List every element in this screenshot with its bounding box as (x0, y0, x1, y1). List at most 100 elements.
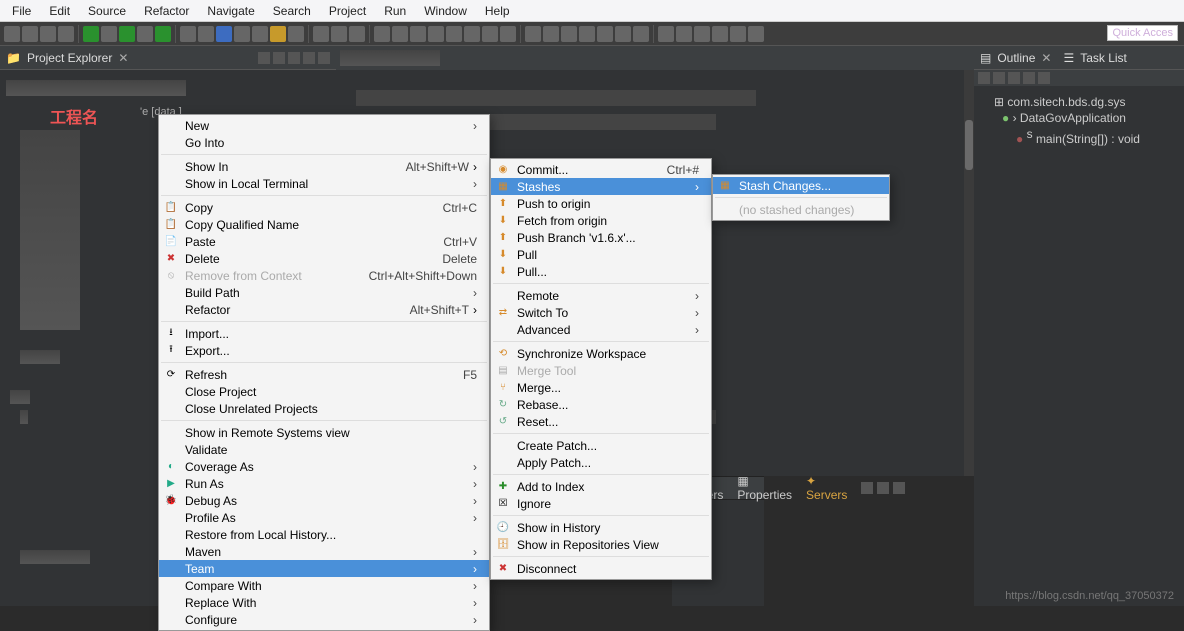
tool-icon[interactable] (464, 26, 480, 42)
tool-icon[interactable] (712, 26, 728, 42)
team-rebase[interactable]: ↻Rebase... (491, 396, 711, 413)
team-add-to-index[interactable]: ✚Add to Index (491, 478, 711, 495)
context-menu-team[interactable]: ◉Commit...Ctrl+# ▦Stashes› ⬆Push to orig… (490, 158, 712, 580)
team-pull[interactable]: ⬇Pull (491, 246, 711, 263)
outline-tool-icon[interactable] (1008, 72, 1020, 84)
tasklist-label[interactable]: Task List (1080, 51, 1127, 65)
tool-icon[interactable] (40, 26, 56, 42)
ctx-show-in[interactable]: Show InAlt+Shift+W› (159, 158, 489, 175)
team-switch-to[interactable]: ⇄Switch To› (491, 304, 711, 321)
tool-icon[interactable] (525, 26, 541, 42)
team-push-branch[interactable]: ⬆Push Branch 'v1.6.x'... (491, 229, 711, 246)
menu-file[interactable]: File (4, 2, 39, 20)
focus-icon[interactable] (273, 52, 285, 64)
tool-icon[interactable] (410, 26, 426, 42)
team-fetch-origin[interactable]: ⬇Fetch from origin (491, 212, 711, 229)
tool-icon[interactable] (234, 26, 250, 42)
outline-label[interactable]: Outline (997, 51, 1035, 65)
tool-icon[interactable] (543, 26, 559, 42)
ctx-refactor[interactable]: RefactorAlt+Shift+T› (159, 301, 489, 318)
tool-icon[interactable] (446, 26, 462, 42)
tool-icon[interactable] (597, 26, 613, 42)
team-commit[interactable]: ◉Commit...Ctrl+# (491, 161, 711, 178)
team-show-history[interactable]: 🕘Show in History (491, 519, 711, 536)
ctx-new[interactable]: New› (159, 117, 489, 134)
ctx-team[interactable]: Team› (159, 560, 489, 577)
tool-icon[interactable] (288, 26, 304, 42)
tool-icon[interactable] (216, 26, 232, 42)
ctx-profile-as[interactable]: Profile As› (159, 509, 489, 526)
ctx-import[interactable]: ⭳Import... (159, 325, 489, 342)
tool-icon[interactable] (101, 26, 117, 42)
tool-icon[interactable] (730, 26, 746, 42)
menubar[interactable]: File Edit Source Refactor Navigate Searc… (0, 0, 1184, 22)
tool-icon[interactable] (270, 26, 286, 42)
tab-servers[interactable]: ✦ Servers (806, 474, 847, 502)
tool-icon[interactable] (676, 26, 692, 42)
team-merge[interactable]: ⑂Merge... (491, 379, 711, 396)
minimize-icon[interactable] (303, 52, 315, 64)
close-icon[interactable]: ✕ (1041, 51, 1051, 65)
quick-access-field[interactable]: Quick Acces (1107, 25, 1178, 41)
outline-class[interactable]: ● › DataGovApplication (982, 110, 1176, 126)
outline-tree[interactable]: ⊞ com.sitech.bds.dg.sys ● › DataGovAppli… (974, 86, 1184, 155)
tool-icon[interactable] (482, 26, 498, 42)
tool-icon[interactable] (748, 26, 764, 42)
tool-icon[interactable] (58, 26, 74, 42)
team-push-origin[interactable]: ⬆Push to origin (491, 195, 711, 212)
team-apply-patch[interactable]: Apply Patch... (491, 454, 711, 471)
menu-search[interactable]: Search (265, 2, 319, 20)
ctx-copy-qn[interactable]: 📋Copy Qualified Name (159, 216, 489, 233)
tool-icon[interactable] (500, 26, 516, 42)
outline-tool-icon[interactable] (1023, 72, 1035, 84)
ctx-go-into[interactable]: Go Into (159, 134, 489, 151)
tool-icon[interactable] (137, 26, 153, 42)
ctx-refresh[interactable]: ⟳RefreshF5 (159, 366, 489, 383)
tool-icon[interactable] (633, 26, 649, 42)
team-pull-dialog[interactable]: ⬇Pull... (491, 263, 711, 280)
tool-icon[interactable] (119, 26, 135, 42)
menu-project[interactable]: Project (321, 2, 374, 20)
tool-icon[interactable] (331, 26, 347, 42)
team-reset[interactable]: ↺Reset... (491, 413, 711, 430)
tool-icon[interactable] (252, 26, 268, 42)
menu-window[interactable]: Window (416, 2, 475, 20)
menu-refactor[interactable]: Refactor (136, 2, 197, 20)
ctx-maven[interactable]: Maven› (159, 543, 489, 560)
ctx-run-as[interactable]: ▶Run As› (159, 475, 489, 492)
ctx-build-path[interactable]: Build Path› (159, 284, 489, 301)
outline-method[interactable]: ● s main(String[]) : void (982, 126, 1176, 147)
outline-tool-icon[interactable] (993, 72, 1005, 84)
ctx-restore-history[interactable]: Restore from Local History... (159, 526, 489, 543)
view-menu-icon[interactable] (288, 52, 300, 64)
ctx-show-remote[interactable]: Show in Remote Systems view (159, 424, 489, 441)
close-icon[interactable]: ✕ (118, 51, 128, 65)
menu-edit[interactable]: Edit (41, 2, 78, 20)
tool-icon[interactable] (198, 26, 214, 42)
ctx-close-project[interactable]: Close Project (159, 383, 489, 400)
team-ignore[interactable]: ☒Ignore (491, 495, 711, 512)
maximize-icon[interactable] (318, 52, 330, 64)
tool-icon[interactable] (561, 26, 577, 42)
link-editor-icon[interactable] (258, 52, 270, 64)
ctx-coverage-as[interactable]: ◐Coverage As› (159, 458, 489, 475)
editor-scrollbar[interactable] (964, 70, 974, 476)
team-show-repos[interactable]: 🗄Show in Repositories View (491, 536, 711, 553)
ctx-export[interactable]: ⭱Export... (159, 342, 489, 359)
outline-tab-row[interactable]: ▤ Outline ✕ ☰ Task List (974, 46, 1184, 70)
ctx-configure[interactable]: Configure› (159, 611, 489, 628)
outline-package[interactable]: ⊞ com.sitech.bds.dg.sys (982, 94, 1176, 110)
team-sync-workspace[interactable]: ⟲Synchronize Workspace (491, 345, 711, 362)
ctx-debug-as[interactable]: 🐞Debug As› (159, 492, 489, 509)
team-stashes[interactable]: ▦Stashes› (491, 178, 711, 195)
tool-icon[interactable] (349, 26, 365, 42)
context-menu-main[interactable]: New› Go Into Show InAlt+Shift+W› Show in… (158, 114, 490, 631)
outline-tool-icon[interactable] (978, 72, 990, 84)
menu-navigate[interactable]: Navigate (199, 2, 262, 20)
scrollbar-thumb[interactable] (965, 120, 973, 170)
tool-icon[interactable] (392, 26, 408, 42)
tool-icon[interactable] (428, 26, 444, 42)
bottom-tool-icon[interactable] (877, 482, 889, 494)
tool-icon[interactable] (83, 26, 99, 42)
stash-changes[interactable]: ▦Stash Changes... (713, 177, 889, 194)
